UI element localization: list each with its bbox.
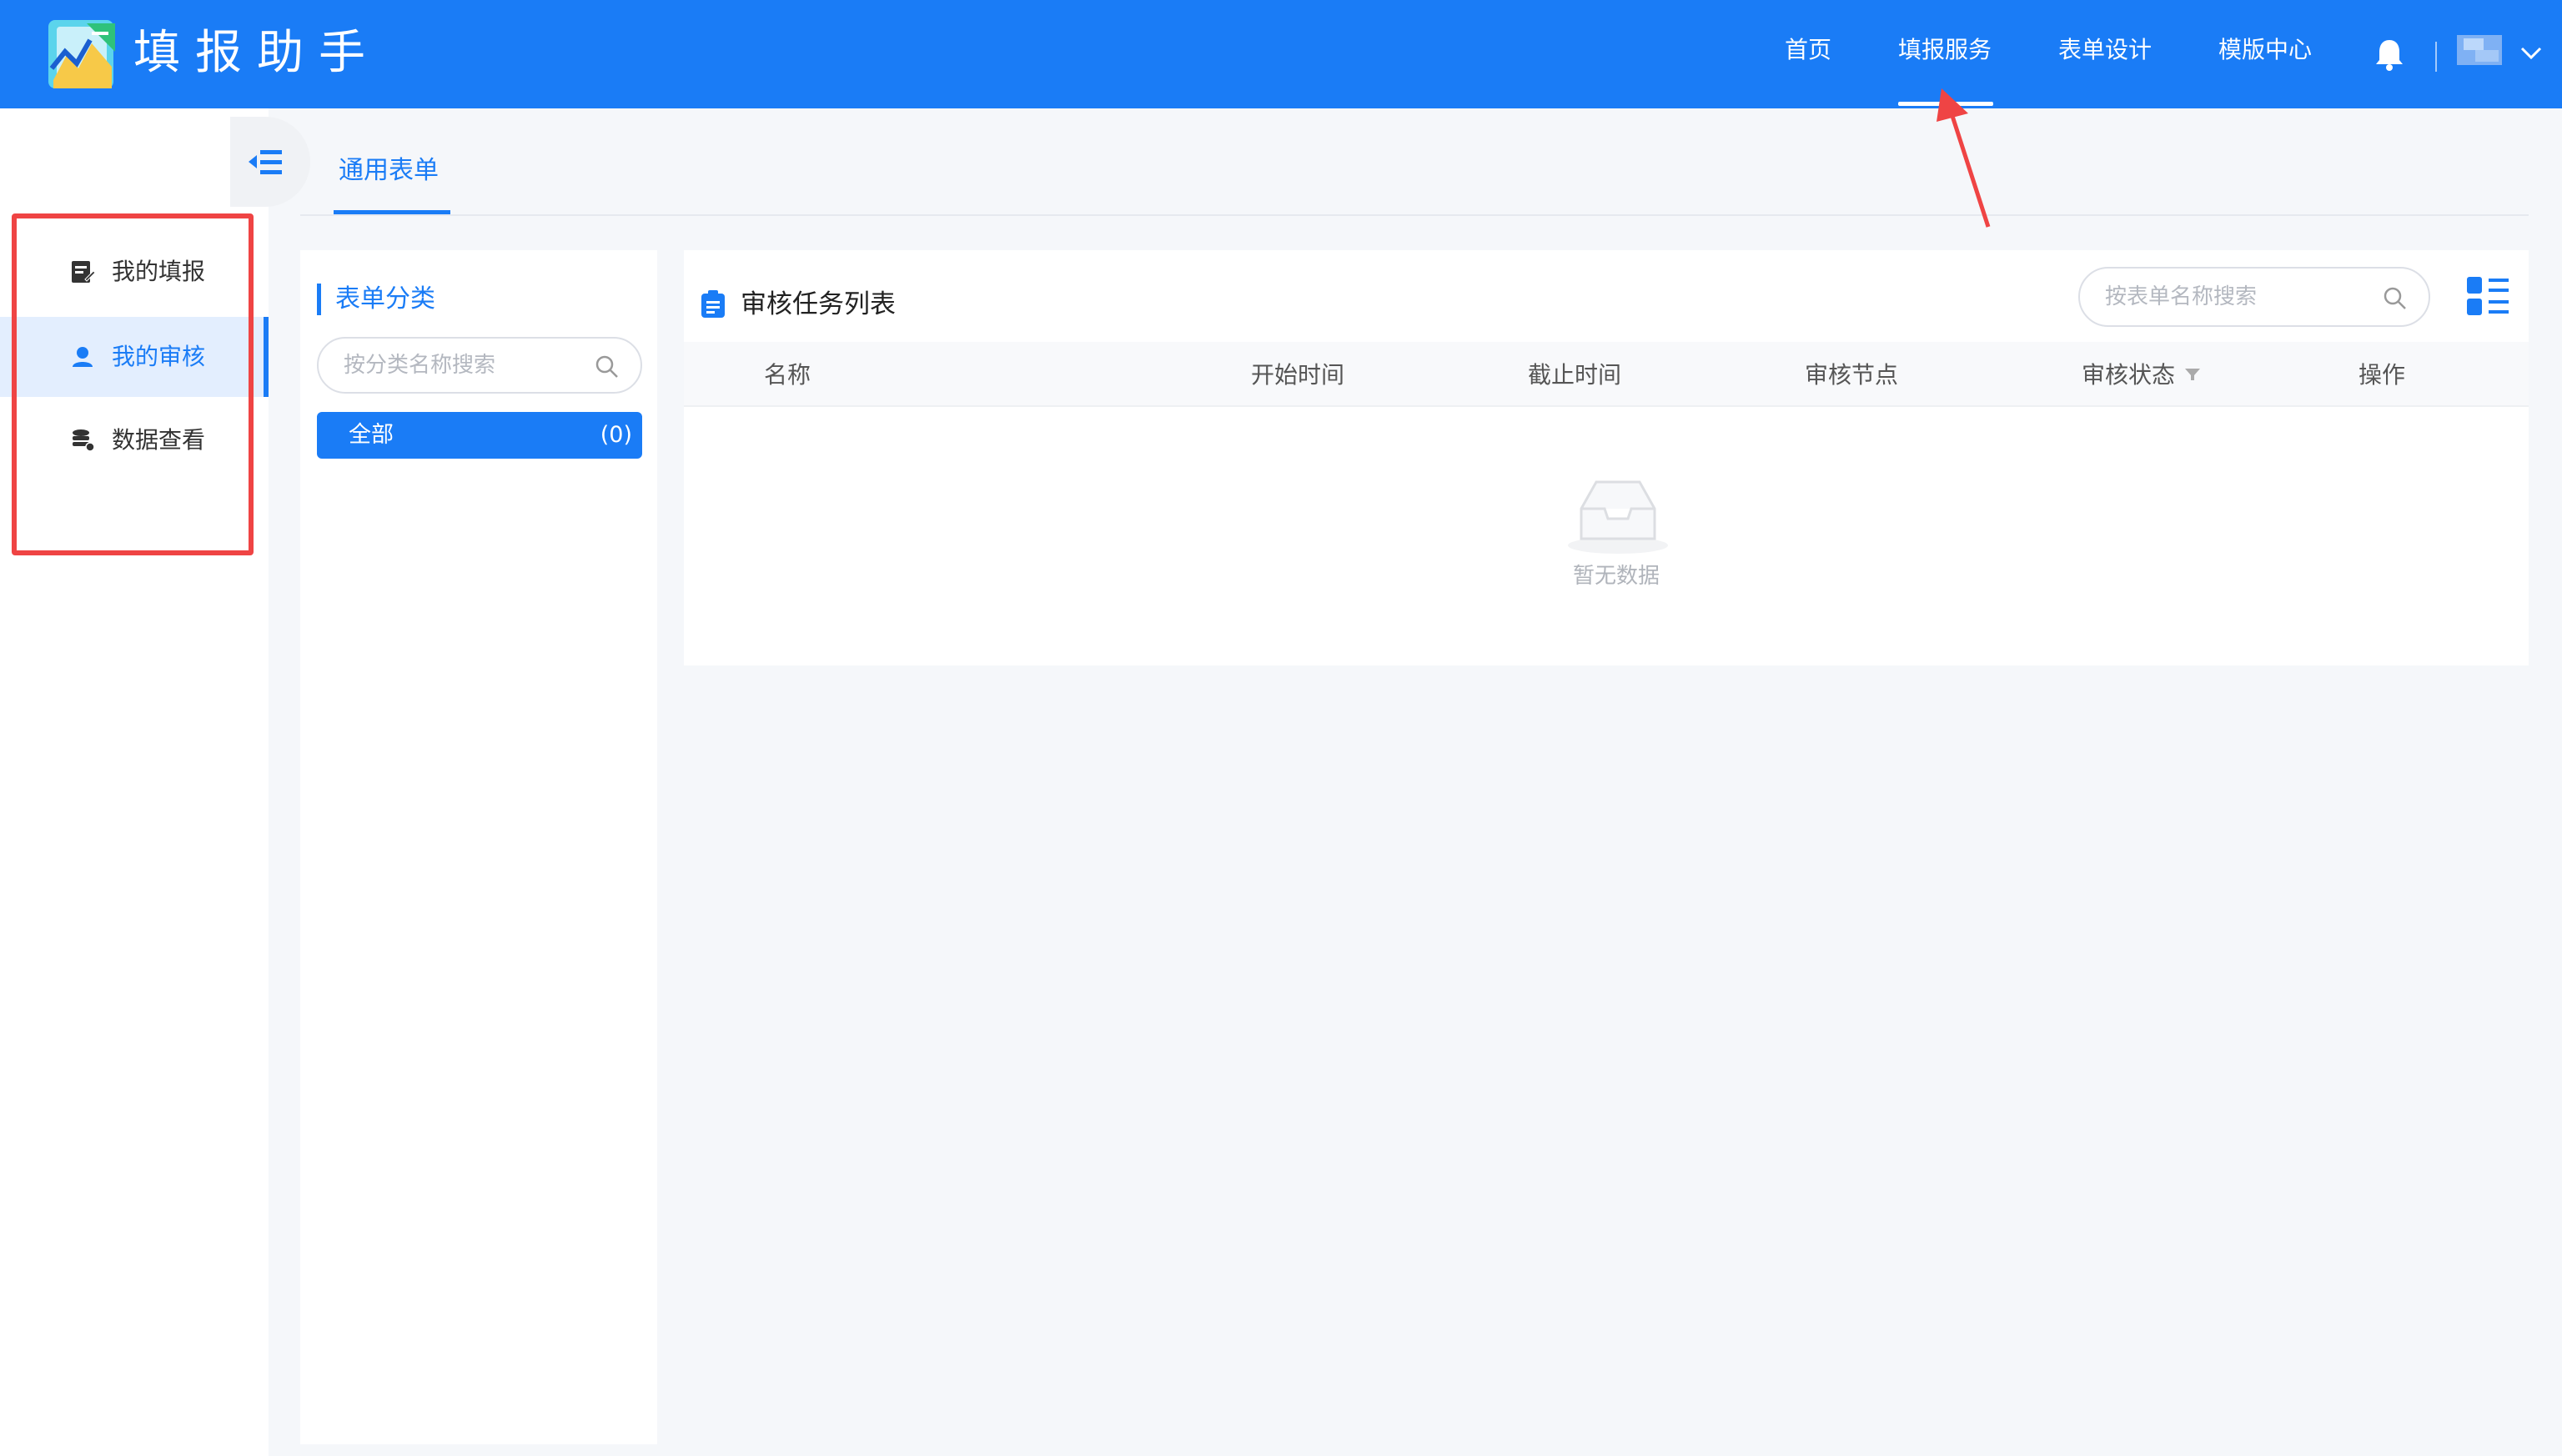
form-search-input[interactable]: 按表单名称搜索 — [2078, 267, 2430, 327]
tab-divider — [300, 214, 2529, 216]
column-header-review-node[interactable]: 审核节点 — [1805, 359, 1898, 392]
search-icon[interactable] — [594, 354, 620, 380]
nav-template-center[interactable]: 模版中心 — [2218, 33, 2312, 67]
header-divider — [2435, 42, 2437, 72]
clipboard-icon — [701, 290, 725, 318]
nav-fill-service[interactable]: 填报服务 — [1898, 33, 1992, 67]
empty-state-text: 暂无数据 — [1573, 564, 1660, 589]
collapse-menu-icon — [249, 150, 282, 174]
category-count: (0) — [600, 422, 632, 448]
chevron-down-icon[interactable] — [2517, 40, 2545, 65]
avatar[interactable] — [2457, 35, 2502, 65]
search-placeholder: 按分类名称搜索 — [344, 353, 496, 378]
category-item-all[interactable]: 全部 (0) — [317, 412, 642, 459]
nav-form-design[interactable]: 表单设计 — [2058, 33, 2152, 67]
app-logo — [48, 20, 115, 88]
app-title: 填报助手 — [133, 26, 380, 80]
column-header-review-status[interactable]: 审核状态 — [2082, 359, 2175, 392]
list-view-toggle-icon[interactable] — [2465, 275, 2510, 319]
bell-icon[interactable] — [2374, 37, 2405, 72]
sidebar-collapse-button[interactable] — [230, 117, 310, 207]
table-header: 名称 开始时间 截止时间 审核节点 审核状态 操作 — [684, 342, 2529, 407]
column-header-name[interactable]: 名称 — [764, 359, 811, 392]
empty-inbox-icon — [1568, 480, 1668, 554]
title-accent-bar — [317, 284, 321, 315]
category-panel: 表单分类 按分类名称搜索 全部 (0) — [300, 250, 657, 1444]
annotation-arrow-icon — [1937, 88, 1991, 228]
annotation-highlight-box — [12, 213, 254, 555]
tab-general-forms[interactable]: 通用表单 — [339, 150, 439, 192]
filter-icon[interactable] — [2183, 365, 2202, 384]
category-title: 表单分类 — [335, 284, 435, 314]
category-name: 全部 — [349, 422, 394, 448]
search-placeholder: 按表单名称搜索 — [2105, 284, 2258, 309]
column-header-start-time[interactable]: 开始时间 — [1251, 359, 1344, 392]
task-list-title: 审核任务列表 — [741, 289, 896, 319]
top-header: 填报助手 首页 填报服务 表单设计 模版中心 — [0, 0, 2562, 108]
task-list-panel: 审核任务列表 按表单名称搜索 名称 开始时间 截止时间 审核节点 审核状态 操作… — [684, 250, 2529, 665]
column-header-actions[interactable]: 操作 — [2359, 359, 2405, 392]
nav-home[interactable]: 首页 — [1785, 33, 1831, 67]
category-search-input[interactable]: 按分类名称搜索 — [317, 337, 642, 394]
search-icon[interactable] — [2382, 285, 2409, 312]
column-header-deadline[interactable]: 截止时间 — [1528, 359, 1621, 392]
